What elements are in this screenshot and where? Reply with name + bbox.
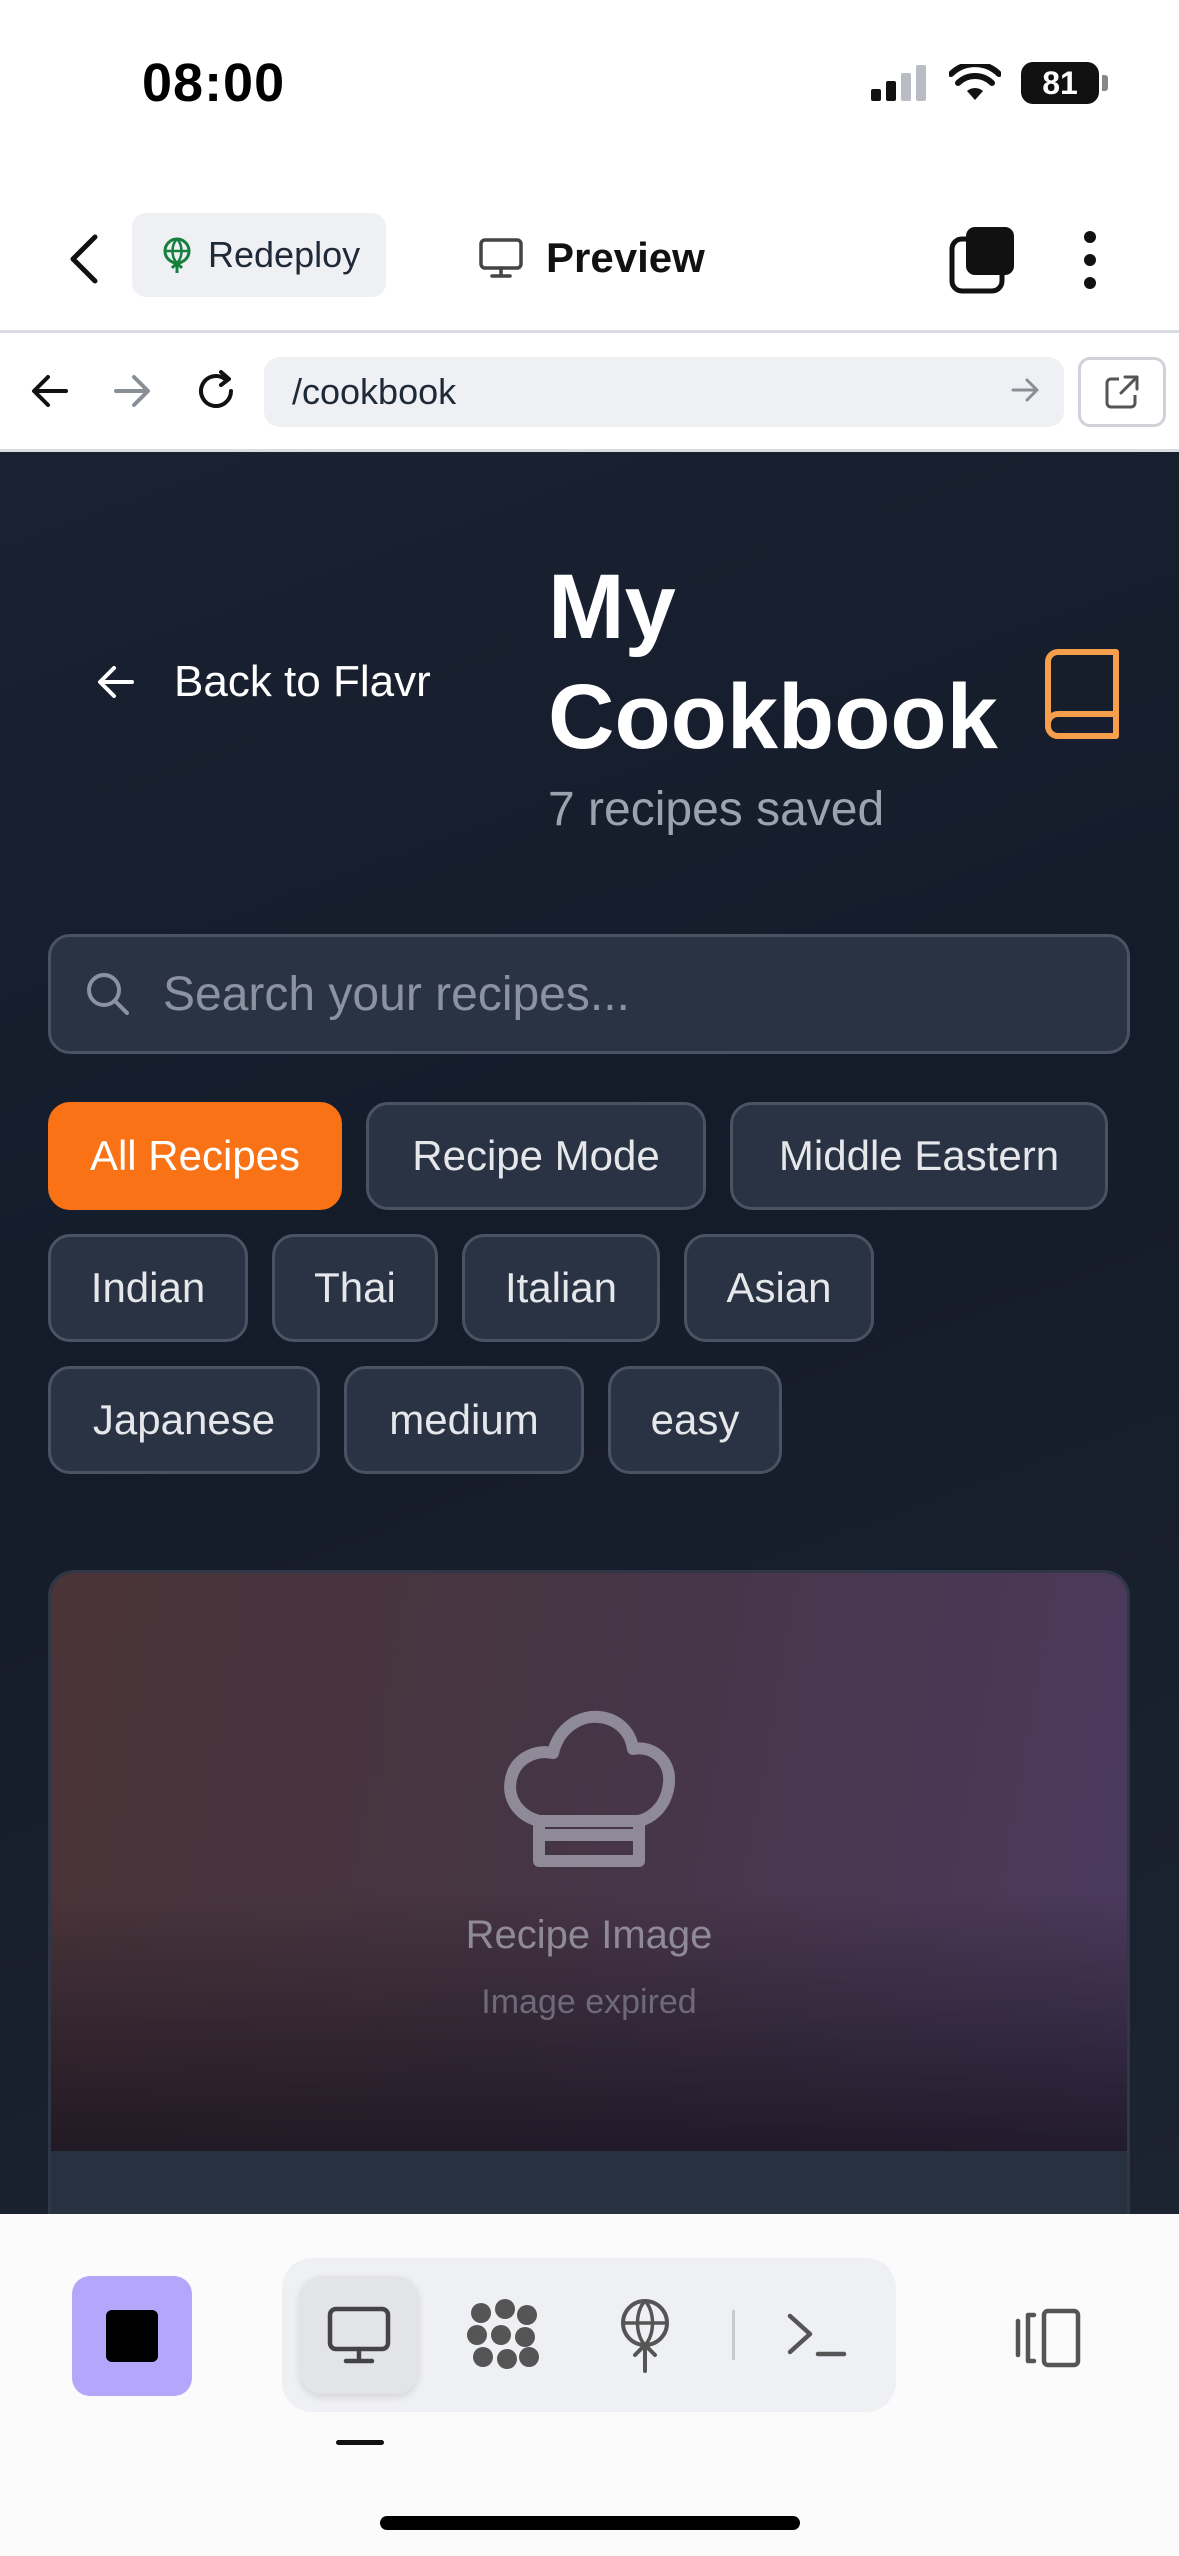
stop-icon [106,2310,158,2362]
app-header: Redeploy Preview [0,205,1179,330]
preview-button[interactable]: Preview [478,223,705,293]
redeploy-label: Redeploy [208,234,361,275]
filter-label: easy [650,1396,740,1443]
recipe-image-placeholder: Recipe Image Image expired [51,1573,1127,2151]
book-icon [1045,649,1119,739]
filter-label: Italian [504,1264,618,1311]
terminal-icon [787,2313,847,2357]
app-content: Back to Flavr My Cookbook 7 recipes save… [0,452,1179,2214]
arrow-right-icon[interactable] [102,361,162,421]
redeploy-button[interactable]: Redeploy [132,213,386,297]
filter-asian[interactable]: Asian [684,1234,874,1342]
filter-label: Japanese [92,1396,276,1443]
arrow-left-icon[interactable] [20,361,80,421]
status-time: 08:00 [142,53,286,113]
active-tab-indicator [336,2440,384,2445]
recipe-card-body [51,2151,1127,2214]
preview-tool-button[interactable] [300,2276,418,2394]
filter-label: Indian [90,1264,206,1311]
filter-thai[interactable]: Thai [272,1234,438,1342]
grid-dots-icon [467,2299,539,2369]
status-bar: 08:00 81 [0,0,1179,170]
url-text: /cookbook [292,371,457,412]
browser-bar: /cookbook [0,330,1179,452]
status-icons: 81 [871,62,1108,104]
recipe-card[interactable]: Recipe Image Image expired [48,1570,1130,2214]
page-title: My Cookbook [548,556,998,768]
search-input[interactable] [161,965,1065,1023]
bottom-toolbar [0,2214,1179,2556]
preview-label: Preview [546,234,705,281]
battery-level: 81 [1042,64,1078,101]
monitor-icon [327,2306,391,2364]
tool-divider [732,2310,735,2360]
search-bar[interactable] [48,934,1130,1054]
search-icon [87,973,129,1015]
filter-label: Recipe Mode [412,1132,660,1179]
filter-medium[interactable]: medium [344,1366,584,1474]
recipe-count: 7 recipes saved [548,783,885,836]
integrations-tool-button[interactable] [446,2276,564,2394]
image-status: Image expired [481,1983,697,2021]
stop-button[interactable] [72,2276,192,2396]
filter-all-recipes[interactable]: All Recipes [48,1102,342,1210]
globe-icon [163,237,191,273]
globe-icon [621,2299,669,2373]
back-to-flavr-link[interactable]: Back to Flavr [96,657,431,707]
title-block: My Cookbook 7 recipes saved [548,552,1008,837]
tool-group [282,2258,896,2412]
layers-icon[interactable] [948,225,1018,295]
back-label: Back to Flavr [174,657,431,706]
monitor-icon [479,238,523,278]
arrow-right-icon[interactable] [1010,375,1042,405]
more-vertical-icon[interactable] [1070,225,1110,295]
terminal-tool-button[interactable] [758,2276,876,2394]
filter-indian[interactable]: Indian [48,1234,248,1342]
signal-icon [871,65,926,101]
filter-middle-eastern[interactable]: Middle Eastern [730,1102,1108,1210]
filter-italian[interactable]: Italian [462,1234,660,1342]
filter-easy[interactable]: easy [608,1366,782,1474]
reload-icon[interactable] [186,361,246,421]
panel-toggle-icon[interactable] [1004,2296,1088,2380]
back-chevron-icon[interactable] [62,229,106,289]
filter-label: medium [389,1396,539,1443]
filter-recipe-mode[interactable]: Recipe Mode [366,1102,706,1210]
filter-japanese[interactable]: Japanese [48,1366,320,1474]
external-link-icon[interactable] [1078,357,1166,427]
battery-indicator: 81 [1021,62,1108,104]
chef-hat-icon [504,1710,675,1867]
home-indicator [380,2516,800,2530]
image-label: Recipe Image [465,1913,713,1957]
filter-label: Thai [314,1264,396,1311]
arrow-left-icon [98,666,134,698]
filter-label: Asian [726,1264,832,1311]
filter-label: All Recipes [89,1132,301,1179]
url-input[interactable]: /cookbook [264,357,1064,427]
wifi-icon [949,64,1001,100]
deploy-tool-button[interactable] [586,2276,704,2394]
filter-label: Middle Eastern [778,1132,1060,1179]
